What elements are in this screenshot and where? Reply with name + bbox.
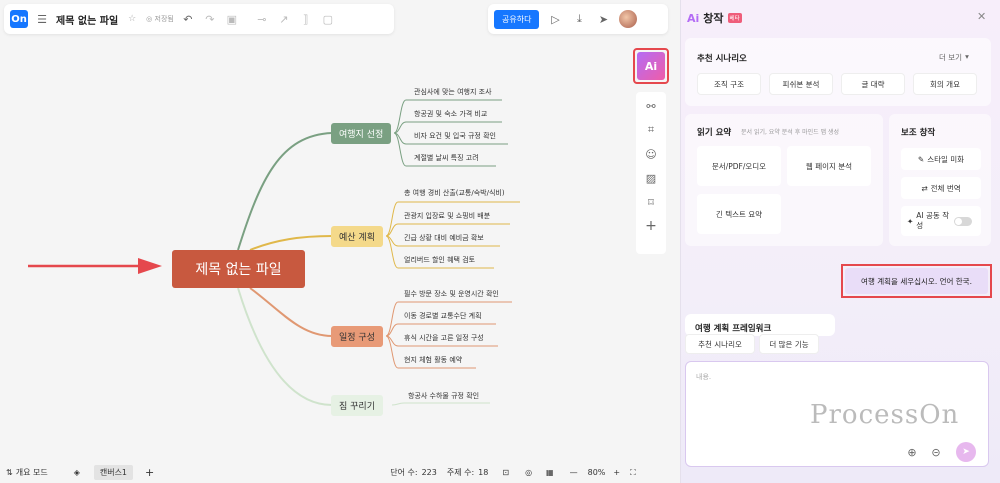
locate-icon[interactable]: ◎ bbox=[525, 468, 532, 477]
brush-icon: ✎ bbox=[917, 154, 925, 164]
translate-icon: ⇄ bbox=[921, 183, 928, 193]
branch-schedule[interactable]: 일정 구성 bbox=[331, 326, 383, 347]
leaf-topic[interactable]: 휴식 시간을 고른 일정 구성 bbox=[404, 333, 484, 343]
outline-mode-icon[interactable]: ⇅ bbox=[6, 468, 13, 477]
doc-pdf-audio-button[interactable]: 문서/PDF/오디오 bbox=[697, 146, 781, 186]
leaf-topic[interactable]: 관광지 입장료 및 쇼핑비 배분 bbox=[404, 211, 490, 221]
assistant-message: 여행 계획 프레임워크 bbox=[685, 314, 835, 336]
leaf-topic[interactable]: 긴급 상황 대비 예비금 확보 bbox=[404, 233, 484, 243]
full-translate-label: 전체 번역 bbox=[930, 183, 961, 193]
map-icon[interactable]: ▦ bbox=[546, 468, 554, 477]
branch-destination[interactable]: 여행지 선정 bbox=[331, 123, 392, 144]
read-desc: 문서 읽기, 요약 분석 후 마인드 맵 생성 bbox=[741, 129, 840, 136]
long-text-summary-button[interactable]: 긴 텍스트 요약 bbox=[697, 194, 781, 234]
zoom-level[interactable]: 80% bbox=[588, 468, 606, 477]
style-beautify-button[interactable]: ✎ 스타일 미화 bbox=[901, 148, 981, 170]
layers-icon[interactable]: ◈ bbox=[74, 468, 80, 477]
recommend-chip[interactable]: 글 대략 bbox=[841, 73, 905, 95]
more-features-button[interactable]: 더 많은 기능 bbox=[759, 334, 819, 354]
recommend-chip[interactable]: 회의 개요 bbox=[913, 73, 977, 95]
caret-down-icon: ▾ bbox=[965, 52, 969, 61]
assistant-preview-text: 여행 계획 프레임워크 bbox=[695, 324, 772, 334]
beta-badge: 베타 bbox=[727, 13, 742, 23]
read-heading: 읽기 요약 bbox=[697, 128, 732, 138]
zoom-out-icon[interactable]: — bbox=[570, 468, 578, 477]
outline-mode-button[interactable]: 개요 모드 bbox=[16, 467, 48, 478]
leaf-topic[interactable]: 얼리버드 할인 혜택 검토 bbox=[404, 255, 475, 265]
close-icon[interactable]: ✕ bbox=[977, 10, 986, 23]
recommend-chip[interactable]: 피쉬본 분석 bbox=[769, 73, 833, 95]
red-arrow-icon bbox=[28, 258, 162, 274]
chat-input-placeholder[interactable]: 내용. bbox=[696, 372, 711, 382]
recommend-chip[interactable]: 조직 구조 bbox=[697, 73, 761, 95]
zoom-in-icon[interactable]: + bbox=[613, 468, 620, 477]
fullscreen-icon[interactable]: ⛶ bbox=[630, 468, 636, 478]
more-label: 더 보기 bbox=[939, 53, 963, 62]
leaf-topic[interactable]: 관심사에 맞는 여행지 조사 bbox=[414, 87, 492, 97]
leaf-topic[interactable]: 이동 경로별 교통수단 계획 bbox=[404, 311, 482, 321]
user-message-highlight: 여행 계획을 세우십시오. 언어 한국. bbox=[841, 264, 992, 298]
leaf-topic[interactable]: 필수 방문 장소 및 운영시간 확인 bbox=[404, 289, 499, 299]
cowrite-toggle[interactable] bbox=[954, 216, 973, 226]
watermark: ProcessOn bbox=[810, 400, 960, 430]
arrow-circle-icon[interactable]: ⊝ bbox=[928, 444, 944, 460]
more-button[interactable]: 더 보기 ▾ bbox=[939, 52, 969, 63]
panel-title: 창작 bbox=[703, 12, 724, 25]
web-analysis-button[interactable]: 웹 페이지 분석 bbox=[787, 146, 871, 186]
leaf-topic[interactable]: 항공사 수하물 규정 확인 bbox=[408, 391, 479, 401]
word-count: 223 bbox=[421, 468, 437, 477]
branch-packing[interactable]: 짐 꾸리기 bbox=[331, 395, 383, 416]
canvas-tab[interactable]: 캔버스1 bbox=[93, 465, 134, 480]
style-beautify-label: 스타일 미화 bbox=[927, 154, 965, 164]
leaf-topic[interactable]: 비자 요건 및 입국 규정 확인 bbox=[414, 131, 496, 141]
user-message: 여행 계획을 세우십시오. 언어 한국. bbox=[845, 268, 988, 294]
recommend-card: 추천 시나리오 더 보기 ▾ 조직 구조 피쉬본 분석 글 대략 회의 개요 bbox=[685, 38, 991, 106]
cowrite-icon: ✦ bbox=[907, 216, 914, 226]
send-message-icon[interactable]: ➤ bbox=[956, 442, 976, 462]
word-count-label: 단어 수: bbox=[390, 468, 418, 477]
leaf-topic[interactable]: 계절별 날씨 특징 고려 bbox=[414, 153, 479, 163]
bottom-bar: ⇅ 개요 모드 ◈ 캔버스1 + 단어 수: 223 주제 수: 18 ⊡ ◎ … bbox=[0, 462, 680, 483]
ai-logo-icon: Ai bbox=[687, 11, 700, 25]
topic-count: 18 bbox=[478, 468, 489, 477]
assist-card: 보조 창작 ✎ 스타일 미화 ⇄ 전체 번역 ✦ AI 공동 작성 bbox=[889, 114, 991, 246]
branch-budget[interactable]: 예산 계획 bbox=[331, 226, 383, 247]
quick-recommend-button[interactable]: 추천 시나리오 bbox=[685, 334, 755, 354]
leaf-topic[interactable]: 현지 체험 활동 예약 bbox=[404, 355, 462, 365]
fit-icon[interactable]: ⊡ bbox=[502, 468, 509, 477]
add-canvas-icon[interactable]: + bbox=[145, 466, 154, 479]
leaf-topic[interactable]: 항공권 및 숙소 가격 비교 bbox=[414, 109, 487, 119]
read-summary-card: 읽기 요약 문서 읽기, 요약 분석 후 마인드 맵 생성 문서/PDF/오디오… bbox=[685, 114, 883, 246]
panel-header: Ai 창작 베타 bbox=[687, 10, 742, 26]
leaf-topic[interactable]: 총 여행 경비 산출(교통/숙박/식비) bbox=[404, 188, 505, 198]
full-translate-button[interactable]: ⇄ 전체 번역 bbox=[901, 177, 981, 199]
topic-count-label: 주제 수: bbox=[446, 468, 475, 477]
assist-heading: 보조 창작 bbox=[901, 128, 936, 138]
add-attachment-icon[interactable]: ⊕ bbox=[904, 444, 920, 460]
root-topic[interactable]: 제목 없는 파일 bbox=[172, 250, 305, 288]
recommend-heading: 추천 시나리오 bbox=[697, 54, 747, 64]
cowrite-label: AI 공동 작성 bbox=[916, 211, 950, 230]
ai-cowrite-row: ✦ AI 공동 작성 bbox=[901, 206, 981, 236]
